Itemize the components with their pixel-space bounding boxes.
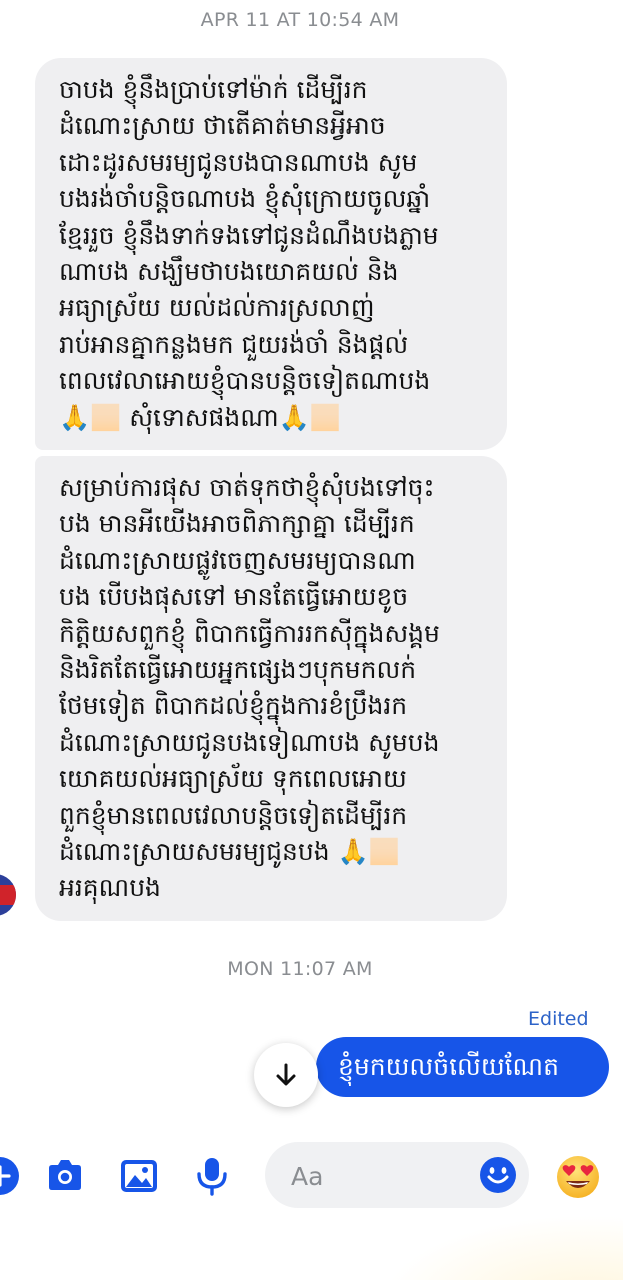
camera-icon [49, 1160, 81, 1190]
timestamp-header: APR 11 AT 10:54 AM [200, 9, 400, 31]
message-composer: Aa [0, 1140, 623, 1212]
ambient-glow [380, 1215, 623, 1280]
message-line: ដំណោះស្រាយផ្លូវចេញសមរម្យបានណា [59, 545, 416, 575]
message-line: អរគុណបង [59, 873, 161, 903]
scroll-to-bottom-button[interactable] [254, 1043, 318, 1107]
edited-label[interactable]: Edited [528, 1008, 589, 1030]
message-line: ពេលវេលាអោយខ្ញុំបានបន្តិចទៀតណាបង [59, 366, 431, 396]
outgoing-message-bubble[interactable]: ខ្ញុំមកយលចំលើយណែត [316, 1037, 609, 1097]
chat-screen: APR 11 AT 10:54 AM ចាបង ខ្ញុំនឹងប្រាប់ទៅ… [0, 0, 623, 1280]
message-line: បងរង់ចាំបន្តិចណាបង ខ្ញុំសុំក្រោយចូលឆ្នាំ [59, 184, 431, 214]
voice-message-button[interactable] [190, 1154, 234, 1198]
message-line: ដំណោះស្រាយសមរម្យជូនបង 🙏🏻 [59, 837, 400, 867]
arrow-down-icon [276, 1063, 296, 1086]
gallery-button[interactable] [117, 1154, 161, 1198]
message-line: បង មានអីយើងអាចពិភាក្សាគ្នា ដើម្បីរក [59, 509, 415, 539]
microphone-icon [197, 1158, 227, 1196]
message-line: ដោះដូរសមរម្យជូនបងបានណាបង សូម [59, 147, 418, 177]
sender-avatar[interactable] [0, 874, 16, 916]
message-input[interactable]: Aa [265, 1142, 529, 1208]
camera-button[interactable] [43, 1154, 87, 1198]
timestamp-header: MON 11:07 AM [227, 958, 373, 980]
message-line: សម្រាប់ការផុស ចាត់ទុកថាខ្ញុំសុំបងទៅចុះ [59, 473, 435, 502]
message-line: ចាបង ខ្ញុំនឹងប្រាប់ទៅម៉ាក់ ដើម្បីរក [59, 75, 368, 104]
quick-emoji-button[interactable] [555, 1154, 601, 1200]
message-line: រាប់អានគ្នាកន្លងមក ជួយរង់ចាំ និងផ្ដល់ [59, 329, 409, 359]
message-line: និងរិតតែធ្វើអោយអ្នកផ្សេងៗបុកមកលក់ [59, 655, 417, 685]
message-line: ណាបង សង្ឃឹមថាបងយោគយល់ និង [59, 257, 399, 287]
incoming-message-bubble[interactable]: សម្រាប់ការផុស ចាត់ទុកថាខ្ញុំសុំបងទៅចុះ ប… [35, 456, 507, 921]
avatar-flag-band [0, 885, 16, 905]
message-line: បង បើបងផុសទៅ មានតែធ្វើអោយខូច [59, 582, 409, 612]
message-line: ខ្មែររួច ខ្ញុំនឹងទាក់ទងទៅជូនដំណឹងបងភ្លាម [59, 220, 439, 250]
message-line: ដំណោះស្រាយជូនបងទៀណាបង សូមបង [59, 727, 440, 757]
plus-button[interactable] [0, 1154, 22, 1198]
message-line: អធ្យាស្រ័យ យល់ដល់ការស្រលាញ់ [59, 293, 375, 323]
incoming-message-bubble[interactable]: ចាបង ខ្ញុំនឹងប្រាប់ទៅម៉ាក់ ដើម្បីរក ដំណោ… [35, 58, 507, 450]
message-line: កិត្តិយសពួកខ្ញុំ ពិបាកធ្វើការរកស៊ីក្នុងស… [59, 618, 440, 648]
heart-eyes-emoji-icon [557, 1156, 599, 1198]
message-input-placeholder: Aa [291, 1162, 324, 1191]
message-line: 🙏🏻 សុំទោសផងណា🙏🏻 [59, 402, 341, 432]
message-line: ពួកខ្ញុំមានពេលវេលាបន្តិចទៀតដើម្បីរក [59, 800, 408, 830]
image-icon [121, 1160, 157, 1192]
message-line: ថែមទៀត ពិបាកដល់ខ្ញុំក្នុងការខំប្រឹងរក [59, 691, 408, 721]
message-line: ដំណោះស្រាយ ថាតើគាត់មានអ្វីអាច [59, 111, 386, 141]
smiley-icon[interactable] [479, 1156, 517, 1194]
plus-icon [0, 1157, 19, 1195]
message-line: យោគយល់អធ្យាស្រ័យ ទុកពេលអោយ [59, 764, 407, 794]
